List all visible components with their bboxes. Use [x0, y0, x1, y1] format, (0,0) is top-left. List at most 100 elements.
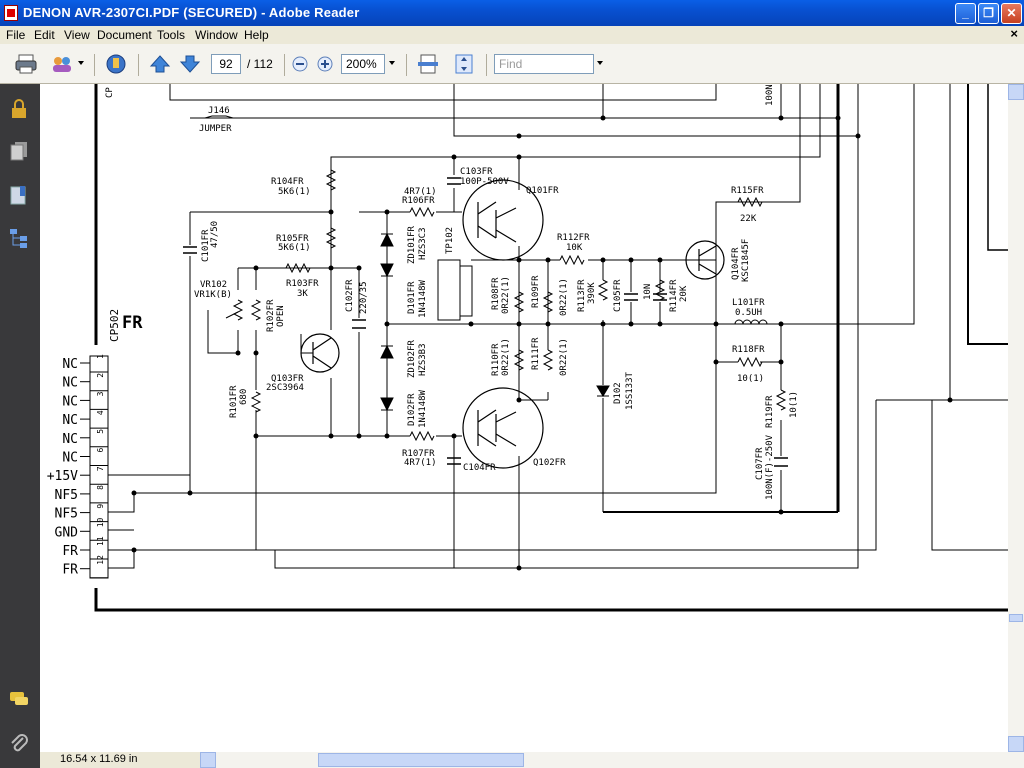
d102-label: D102 — [613, 382, 623, 404]
page-number-input[interactable]: 92 — [211, 54, 241, 74]
collaborate-dropdown-icon[interactable] — [78, 61, 84, 65]
c105-label: C105FR — [613, 279, 623, 312]
r101-label: R101FR — [229, 385, 239, 418]
document-close-icon[interactable]: × — [1010, 26, 1018, 41]
r110-label: R110FR — [491, 343, 501, 376]
toolbar-separator — [406, 54, 407, 76]
minimize-button[interactable]: _ — [955, 3, 976, 24]
toolbar-separator — [94, 54, 95, 76]
pin-name: NC — [62, 394, 78, 409]
find-input[interactable]: Find — [494, 54, 594, 74]
menu-tools[interactable]: Tools — [157, 28, 185, 42]
d102-value: 1SS133T — [625, 371, 635, 410]
r103-value: 3K — [297, 289, 308, 299]
q101-label: Q101FR — [526, 186, 559, 196]
c102-value: 220/35 — [359, 281, 369, 314]
bookmarks-icon[interactable] — [8, 184, 30, 206]
navigation-pane — [0, 84, 40, 768]
vertical-scrollbar[interactable] — [1008, 84, 1024, 752]
c101-value: 47/50 — [210, 221, 220, 248]
r105-value: 5K6(1) — [278, 243, 311, 253]
fit-page-icon[interactable] — [452, 53, 476, 75]
scroll-left-icon[interactable] — [200, 752, 216, 768]
pin-name: NF5 — [55, 488, 78, 503]
menu-file[interactable]: File — [6, 28, 25, 42]
pin-name: FR — [62, 563, 78, 578]
close-button[interactable]: ✕ — [1001, 3, 1022, 24]
c107-label: C107FR — [755, 447, 765, 480]
scroll-up-icon[interactable] — [1008, 84, 1024, 100]
l101-label: L101FR — [732, 298, 765, 308]
menu-document[interactable]: Document — [97, 28, 152, 42]
pin-number: 3 — [96, 391, 105, 396]
find-dropdown-icon[interactable] — [597, 61, 603, 65]
scroll-down-icon[interactable] — [1008, 736, 1024, 752]
q104-value: KSC1845F — [741, 239, 751, 282]
r109-value: 0R22(1) — [559, 278, 569, 316]
fit-width-icon[interactable] — [416, 53, 440, 75]
toolbar-separator — [486, 54, 487, 76]
pin-number: 2 — [96, 373, 105, 378]
d101-value: 1N4148W — [418, 279, 428, 318]
adobe-reader-icon — [4, 5, 18, 21]
r104-value: 5K6(1) — [278, 187, 311, 197]
r102-value: OPEN — [276, 305, 286, 327]
r119-label: R119FR — [765, 395, 775, 428]
c102-label: C102FR — [345, 279, 355, 312]
r115-label: R115FR — [731, 186, 764, 196]
pin-name: +15V — [47, 469, 78, 484]
attachments-icon[interactable] — [8, 732, 30, 754]
comments-icon[interactable] — [8, 688, 30, 710]
zoom-dropdown-icon[interactable] — [389, 61, 395, 65]
c105-value: 10N — [643, 284, 653, 300]
secure-document-icon[interactable] — [104, 53, 128, 75]
structure-tree-icon[interactable] — [8, 227, 30, 249]
r108-value: 0R22(1) — [501, 276, 511, 314]
pin-name: NC — [62, 376, 78, 391]
r113-value: 390K — [587, 282, 597, 304]
previous-page-icon[interactable] — [148, 53, 172, 75]
r111-label: R111FR — [531, 337, 541, 370]
r112-value: 10K — [566, 243, 583, 253]
r114-label: R114FR — [669, 279, 679, 312]
pin-number: 11 — [96, 536, 105, 546]
r110-value: 0R22(1) — [501, 338, 511, 376]
vr102-label: VR102 — [200, 280, 227, 290]
zoom-level-input[interactable]: 200% — [341, 54, 385, 74]
zoom-out-icon[interactable] — [291, 53, 309, 75]
pin-name: FR — [62, 544, 78, 559]
maximize-button[interactable]: ❐ — [978, 3, 999, 24]
q104-label: Q104FR — [731, 247, 741, 280]
c103-value: 100P-500V — [460, 177, 509, 187]
menu-window[interactable]: Window — [195, 28, 238, 42]
top-cap-value: 100N — [765, 84, 775, 106]
r112-label: R112FR — [557, 233, 590, 243]
menu-view[interactable]: View — [64, 28, 90, 42]
horizontal-scrollbar[interactable] — [200, 752, 1024, 768]
horizontal-scroll-thumb[interactable] — [318, 753, 524, 767]
lock-icon[interactable] — [8, 98, 30, 120]
r118-value: 10(1) — [737, 374, 764, 384]
vertical-scroll-thumb[interactable] — [1009, 614, 1023, 622]
r101-value: 680 — [239, 389, 249, 405]
r119-value: 10(1) — [789, 391, 799, 418]
document-view[interactable]: CP C 100N J146 JUMPER R104FR 5K6(1) R105… — [40, 84, 1008, 752]
r111-value: 0R22(1) — [559, 338, 569, 376]
pin-number: 4 — [96, 410, 105, 415]
next-page-icon[interactable] — [178, 53, 202, 75]
jumper-ref: J146 — [208, 106, 230, 116]
pages-icon[interactable] — [8, 140, 30, 162]
menu-edit[interactable]: Edit — [34, 28, 55, 42]
collaborate-icon[interactable] — [50, 53, 74, 75]
pin-number: 9 — [96, 504, 105, 509]
zd102-label: ZD102FR — [407, 339, 417, 378]
connector-name-label: FR — [122, 313, 143, 333]
r104-label: R104FR — [271, 177, 304, 187]
zoom-in-icon[interactable] — [316, 53, 334, 75]
print-icon[interactable] — [14, 53, 38, 75]
menu-help[interactable]: Help — [244, 28, 269, 42]
r118-label: R118FR — [732, 345, 765, 355]
toolbar-separator — [138, 54, 139, 76]
pin-name: GND — [55, 525, 79, 540]
pin-number: 1 — [96, 354, 105, 359]
